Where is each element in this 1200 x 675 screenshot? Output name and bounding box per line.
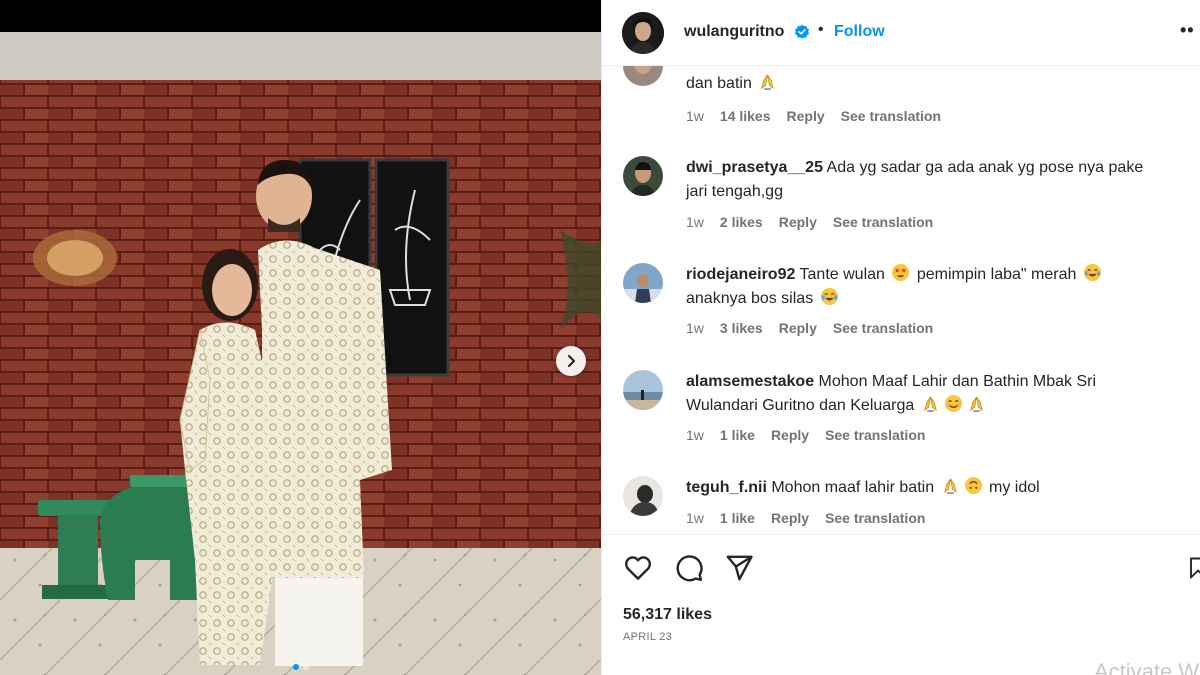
comment-meta: 1w 1 like Reply See translation <box>686 427 925 443</box>
reply-button[interactable]: Reply <box>779 320 817 336</box>
comment-text: alamsemestakoe Mohon Maaf Lahir dan Bath… <box>686 373 1097 414</box>
post-photo <box>0 0 601 675</box>
commenter-avatar-image <box>623 263 663 303</box>
see-translation-link[interactable]: See translation <box>833 214 933 230</box>
folded-hands-emoji <box>943 478 957 495</box>
bookmark-icon[interactable] <box>1186 553 1200 583</box>
see-translation-link[interactable]: See translation <box>841 108 941 124</box>
tears-of-joy-emoji <box>1083 263 1101 282</box>
commenter-avatar[interactable] <box>623 66 663 86</box>
smiling-face-emoji <box>944 394 962 413</box>
post-actions-bar: 56,317 likes APRIL 23 Activate W <box>602 534 1200 675</box>
reply-button[interactable]: Reply <box>779 214 817 230</box>
commenter-username[interactable]: riodejaneiro92 <box>686 266 795 283</box>
reply-button[interactable]: Reply <box>771 510 809 526</box>
comment-bubble-icon[interactable] <box>674 553 704 583</box>
commenter-username[interactable]: dwi_prasetya__25 <box>686 159 823 176</box>
comment-time: 1w <box>686 510 704 526</box>
see-translation-link[interactable]: See translation <box>833 320 933 336</box>
folded-hands-emoji <box>761 74 775 91</box>
commenter-avatar-image <box>623 476 663 516</box>
header-separator: • <box>818 21 824 38</box>
author-username[interactable]: wulanguritno <box>684 23 784 41</box>
comment-text: dwi_prasetya__25 Ada yg sadar ga ada ana… <box>686 159 1144 200</box>
commenter-avatar-image <box>623 156 663 196</box>
reply-button[interactable]: Reply <box>787 108 825 124</box>
comment-time: 1w <box>686 427 704 443</box>
carousel-dot <box>292 664 299 670</box>
comment-meta: 1w 14 likes Reply See translation <box>686 108 941 124</box>
commenter-avatar[interactable] <box>623 263 663 303</box>
heart-icon[interactable] <box>623 553 653 583</box>
follow-button[interactable]: Follow <box>834 23 885 41</box>
carousel-indicator <box>0 664 601 670</box>
tears-of-joy-emoji <box>820 287 838 306</box>
post-date: APRIL 23 <box>623 631 673 643</box>
post-header: wulanguritno • Follow •• <box>602 0 1200 66</box>
commenter-username[interactable]: alamsemestakoe <box>686 373 814 390</box>
paper-plane-icon[interactable] <box>724 553 754 583</box>
carousel-next-button[interactable] <box>556 346 586 376</box>
comment-meta: 1w 2 likes Reply See translation <box>686 214 933 230</box>
commenter-avatar[interactable] <box>623 476 663 516</box>
comment-text: riodejaneiro92 Tante wulan pemimpin laba… <box>686 263 1166 311</box>
folded-hands-emoji <box>923 396 937 413</box>
comments-list[interactable]: dan batin 1w 14 likes Reply See translat… <box>602 66 1200 534</box>
post-details-panel: wulanguritno • Follow •• dan batin 1w 14… <box>601 0 1200 675</box>
commenter-avatar[interactable] <box>623 156 663 196</box>
commenter-avatar-image <box>623 370 663 410</box>
commenter-username[interactable]: teguh_f.nii <box>686 479 767 496</box>
more-options-icon[interactable]: •• <box>1180 20 1195 41</box>
comment-likes[interactable]: 3 likes <box>720 320 763 336</box>
post-likes-count[interactable]: 56,317 likes <box>623 606 712 624</box>
see-translation-link[interactable]: See translation <box>825 510 925 526</box>
post-image[interactable] <box>0 0 601 675</box>
windows-activation-watermark: Activate W <box>1094 659 1200 675</box>
comment-text: teguh_f.nii Mohon maaf lahir batin my id… <box>686 476 1166 500</box>
comment-text: dan batin <box>686 72 1166 96</box>
comment-likes[interactable]: 1 like <box>720 427 755 443</box>
verified-badge-icon <box>794 24 810 39</box>
comment-meta: 1w 1 like Reply See translation <box>686 510 925 526</box>
comment-meta: 1w 3 likes Reply See translation <box>686 320 933 336</box>
comment-time: 1w <box>686 320 704 336</box>
see-translation-link[interactable]: See translation <box>825 427 925 443</box>
comment-time: 1w <box>686 214 704 230</box>
folded-hands-emoji <box>969 396 983 413</box>
author-avatar-image <box>622 12 664 54</box>
reply-button[interactable]: Reply <box>771 427 809 443</box>
commenter-avatar[interactable] <box>623 370 663 410</box>
upside-down-face-emoji <box>964 476 982 495</box>
carousel-dot <box>302 664 309 670</box>
comment-time: 1w <box>686 108 704 124</box>
author-avatar[interactable] <box>622 12 664 54</box>
comment-likes[interactable]: 14 likes <box>720 108 771 124</box>
chevron-right-icon <box>567 354 576 368</box>
comment-likes[interactable]: 1 like <box>720 510 755 526</box>
star-struck-emoji <box>892 263 910 282</box>
commenter-avatar-image <box>623 66 663 86</box>
comment-likes[interactable]: 2 likes <box>720 214 763 230</box>
